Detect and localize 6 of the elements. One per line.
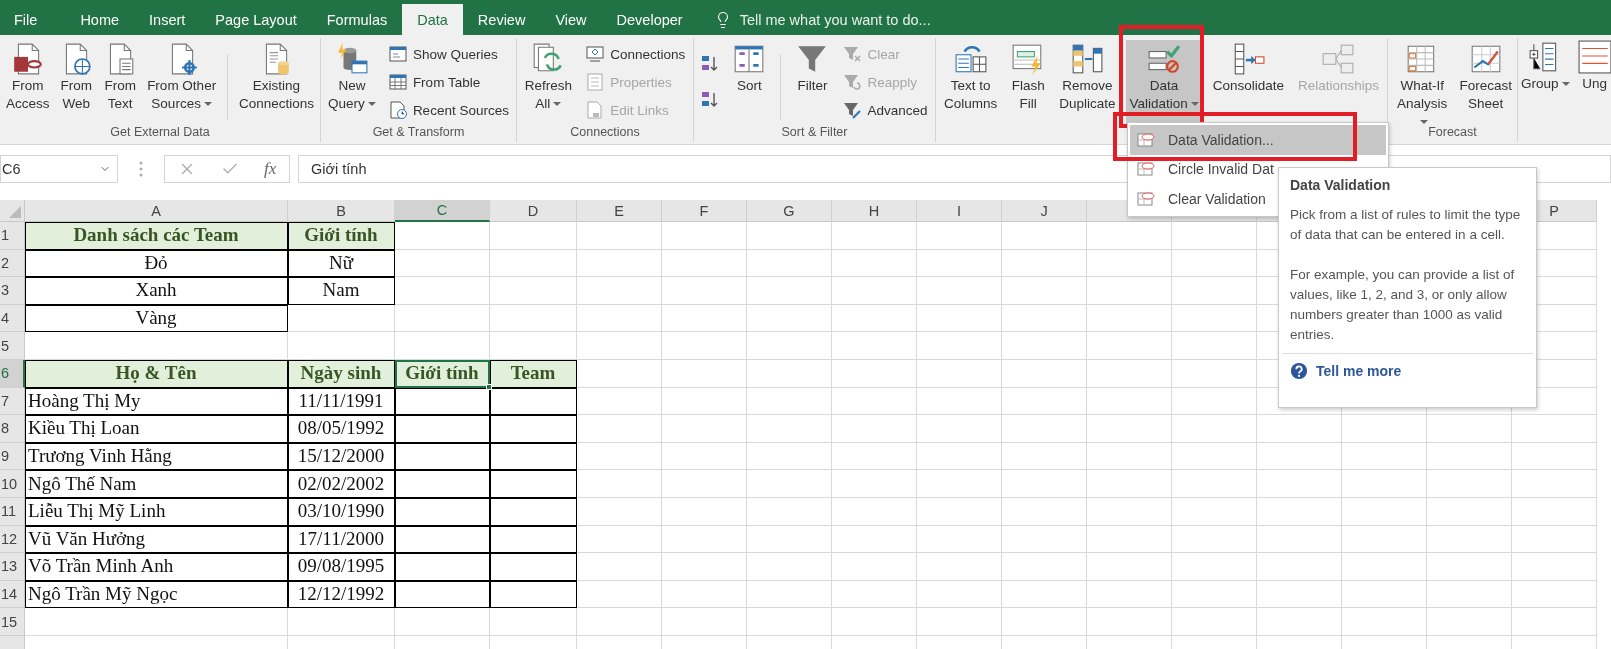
- tooltip-text: For example, you can provide a list of values, like 1, 2, and 3, or only allow numbers greater than 1000 as valid entries.: [1290, 266, 1516, 344]
- group-label: Get & Transform: [371, 124, 466, 140]
- group-label: Connections: [569, 124, 641, 140]
- group-label: Forecast: [1427, 124, 1478, 140]
- group-label: Get External Data: [109, 124, 211, 140]
- group-label: Sort & Filter: [780, 124, 849, 140]
